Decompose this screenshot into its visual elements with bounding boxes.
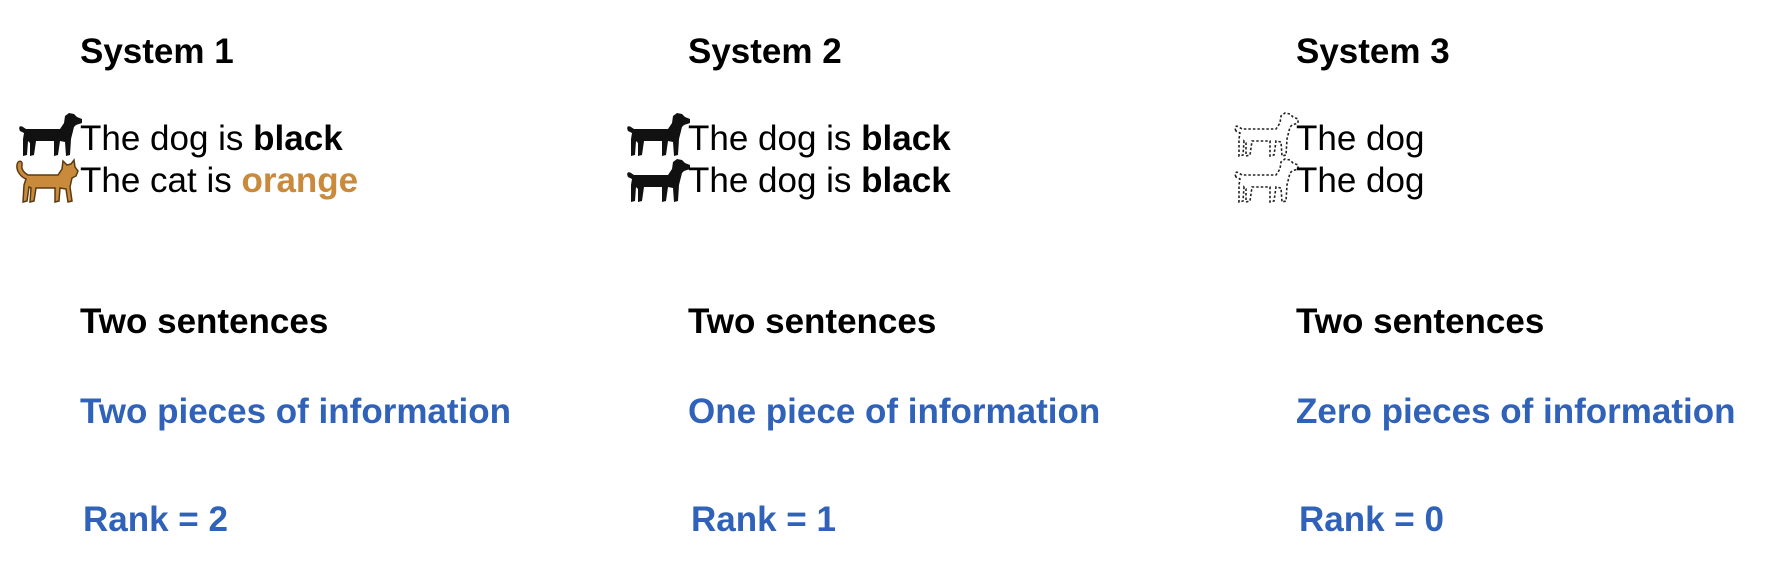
sentence-subject: The dog is bbox=[688, 161, 862, 200]
dog-icon bbox=[622, 155, 692, 207]
sentence-count: Two sentences bbox=[80, 302, 329, 341]
sentence: The dog is black bbox=[80, 117, 343, 161]
information-count: Two pieces of information bbox=[80, 392, 512, 431]
cat-icon bbox=[14, 155, 84, 207]
sentence-attribute: black bbox=[861, 161, 951, 200]
rank-value: Rank = 0 bbox=[1299, 500, 1444, 539]
information-count: One piece of information bbox=[688, 392, 1101, 431]
information-count: Zero pieces of information bbox=[1296, 392, 1736, 431]
system-title: System 1 bbox=[80, 32, 234, 71]
sentence-count: Two sentences bbox=[688, 302, 937, 341]
dog-icon bbox=[14, 109, 84, 161]
dotted-dog-outline-icon bbox=[1230, 109, 1300, 161]
sentence: The dog bbox=[1296, 117, 1424, 161]
sentence-subject: The dog is bbox=[688, 119, 862, 158]
sentence-subject: The dog bbox=[1296, 161, 1425, 200]
dog-icon bbox=[622, 109, 692, 161]
sentence-subject: The cat is bbox=[80, 161, 242, 200]
rank-value: Rank = 1 bbox=[691, 500, 836, 539]
system-1-column: System 1 The dog is black The cat is ora… bbox=[0, 0, 600, 562]
system-title: System 2 bbox=[688, 32, 842, 71]
sentence: The dog is black bbox=[688, 159, 951, 203]
system-title: System 3 bbox=[1296, 32, 1450, 71]
system-2-column: System 2 The dog is black The dog is bla… bbox=[608, 0, 1208, 562]
sentence-attribute: black bbox=[253, 119, 343, 158]
sentence-subject: The dog bbox=[1296, 119, 1425, 158]
dotted-dog-outline-icon bbox=[1230, 155, 1300, 207]
sentence: The dog is black bbox=[688, 117, 951, 161]
system-3-column: System 3 The dog The dog Two sentences Z… bbox=[1216, 0, 1780, 562]
sentence-attribute: black bbox=[861, 119, 951, 158]
rank-value: Rank = 2 bbox=[83, 500, 228, 539]
sentence-subject: The dog is bbox=[80, 119, 254, 158]
sentence: The cat is orange bbox=[80, 159, 358, 203]
sentence: The dog bbox=[1296, 159, 1424, 203]
sentence-attribute: orange bbox=[241, 161, 359, 200]
sentence-count: Two sentences bbox=[1296, 302, 1545, 341]
